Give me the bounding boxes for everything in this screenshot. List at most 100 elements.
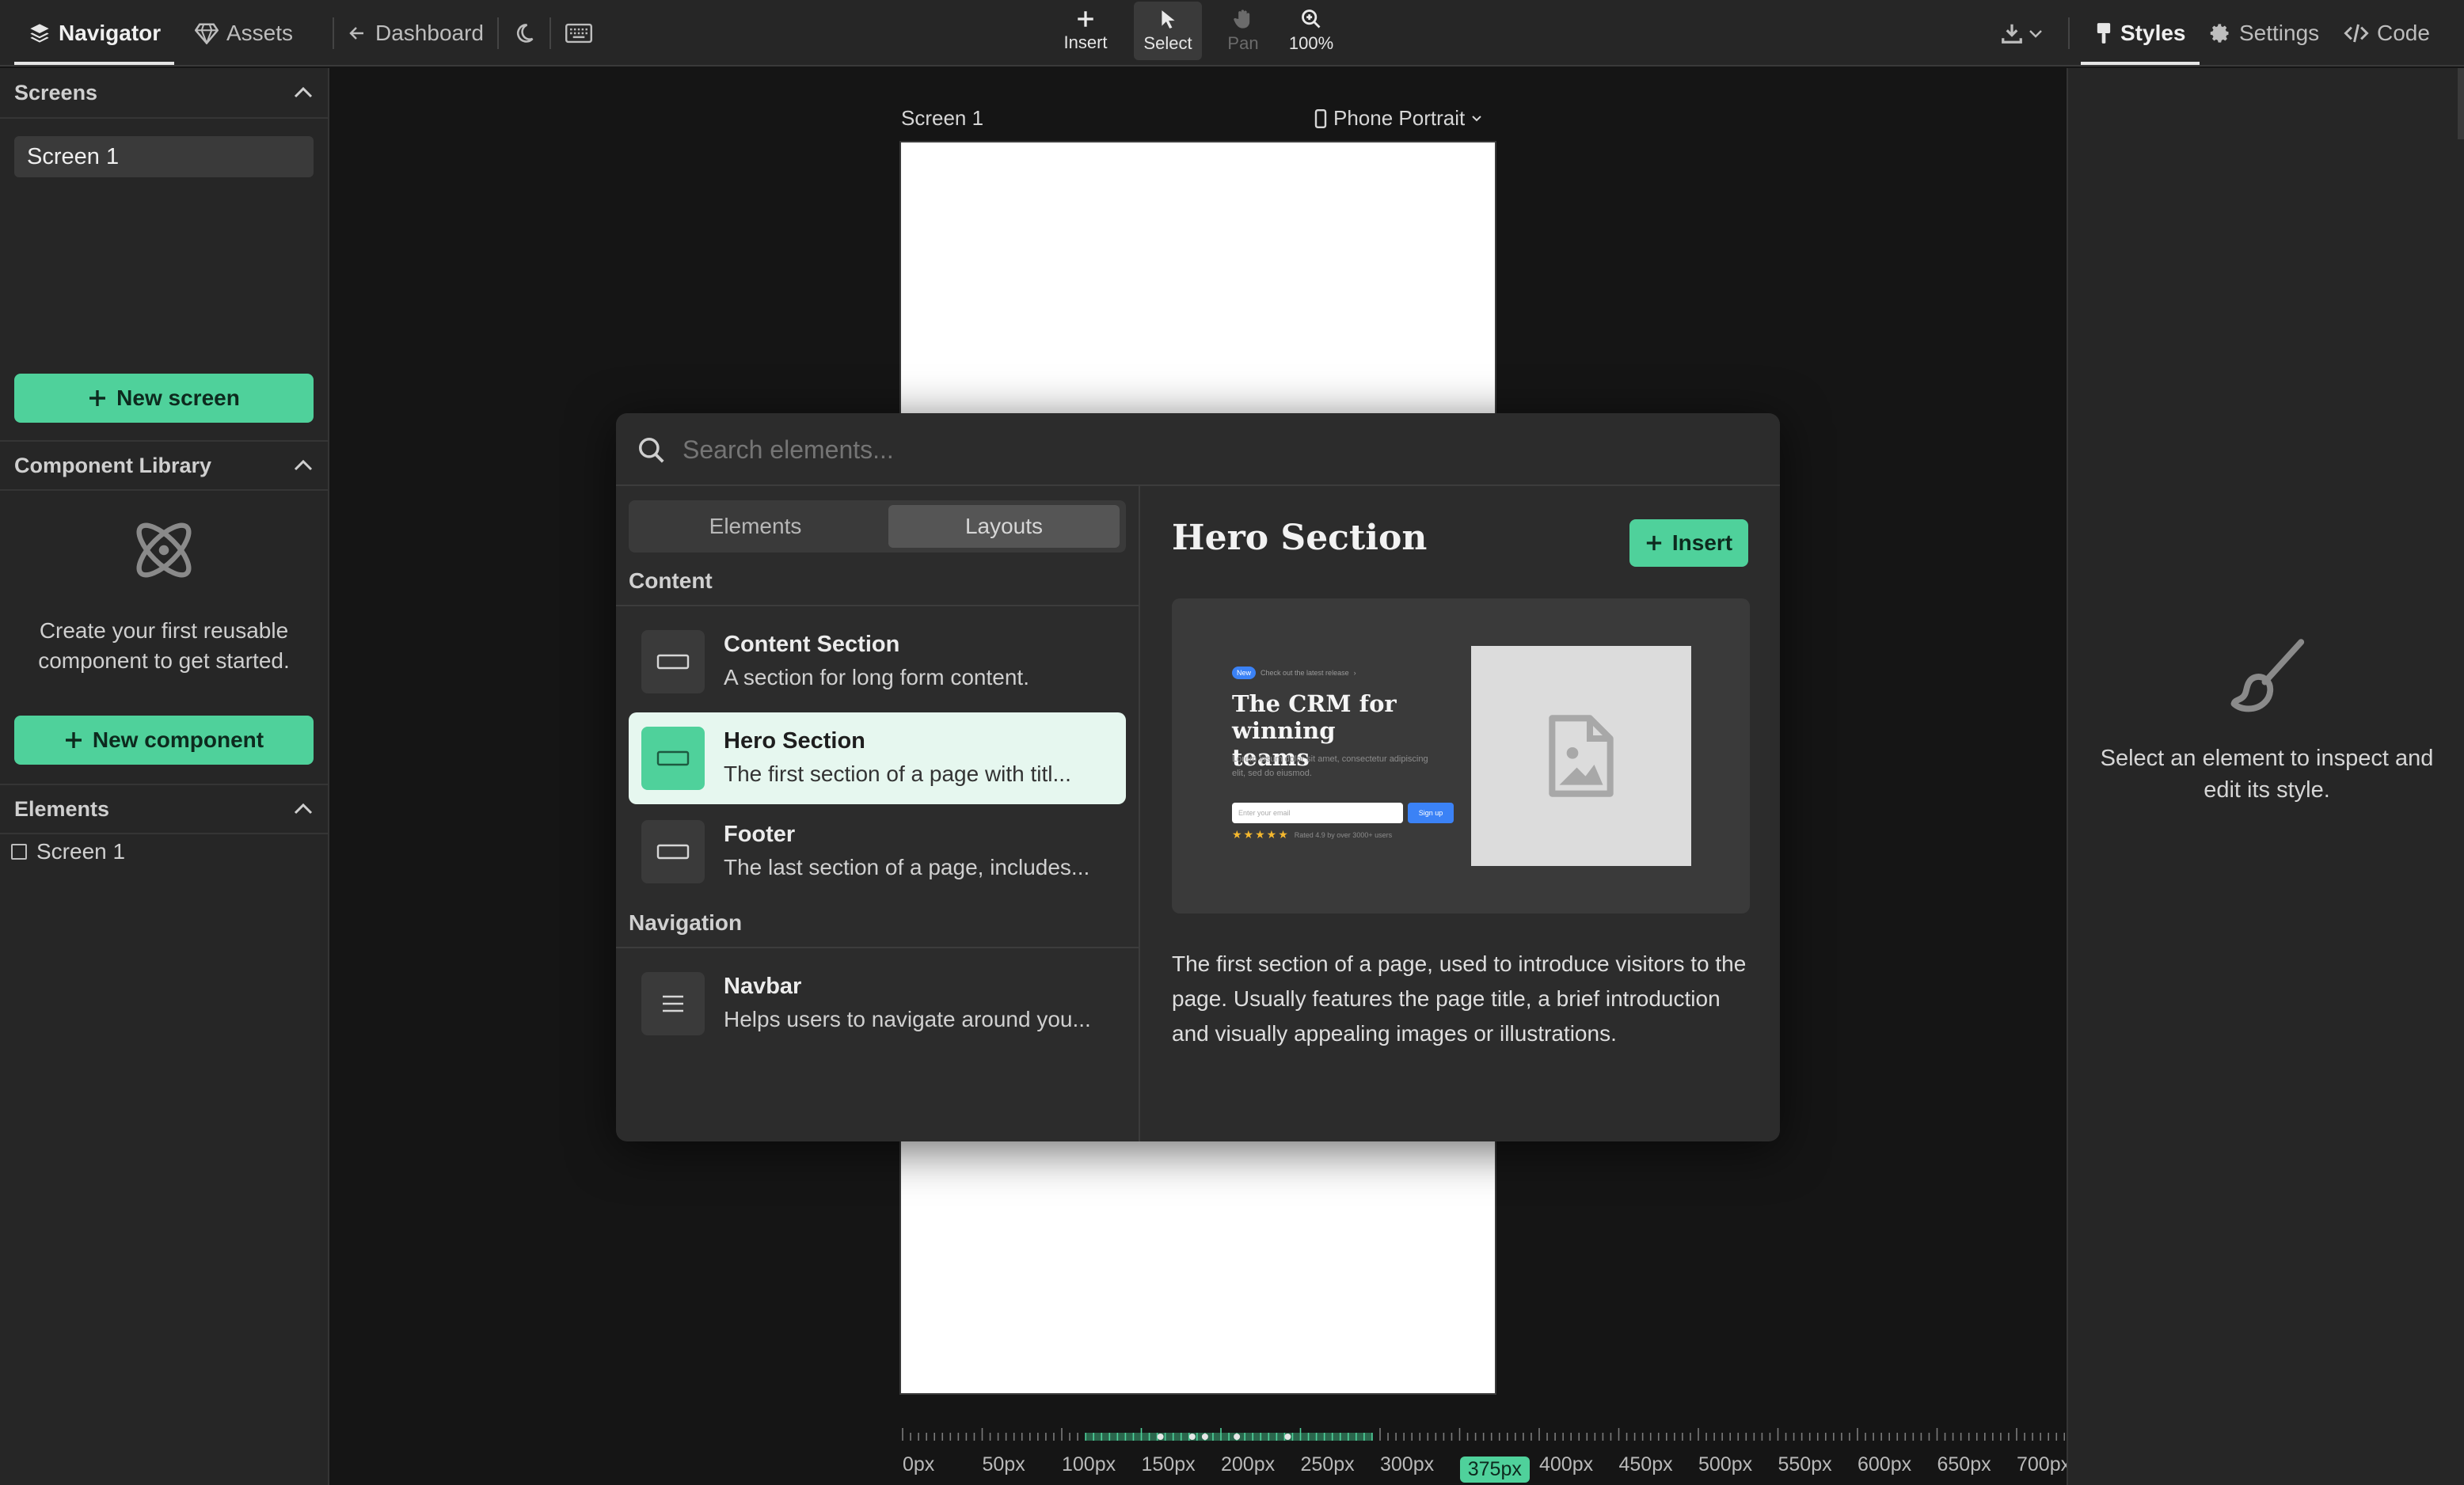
breakpoint-marker	[1201, 1434, 1208, 1440]
chevron-up-icon[interactable]	[293, 85, 314, 100]
layout-item-content-section[interactable]: Content Section A section for long form …	[629, 616, 1126, 708]
ruler-label: 400px	[1539, 1453, 1594, 1476]
chevron-down-icon	[2029, 28, 2043, 39]
new-component-button[interactable]: New component	[14, 716, 314, 765]
paint-brush-icon	[2225, 635, 2312, 722]
plus-icon	[64, 731, 83, 750]
elements-header[interactable]: Elements	[0, 784, 328, 834]
insert-tool[interactable]: Insert	[1056, 2, 1115, 60]
pan-tool[interactable]: Pan	[1219, 2, 1267, 60]
elements-title: Elements	[14, 796, 110, 821]
keyboard-icon	[565, 23, 592, 44]
ruler-label: 600px	[1858, 1453, 1912, 1476]
breakpoint-marker	[1234, 1434, 1241, 1440]
search-input[interactable]	[683, 426, 1751, 473]
tab-settings-label: Settings	[2239, 21, 2320, 45]
divider	[616, 605, 1139, 606]
preview-body: Lorem ipsum dolor sit amet, consectetur …	[1232, 754, 1428, 778]
element-tree-item[interactable]: Screen 1	[11, 839, 125, 864]
chevron-up-icon[interactable]	[293, 458, 314, 473]
library-empty-text: Create your first reusable component to …	[38, 618, 290, 673]
plus-icon	[88, 389, 107, 408]
search-icon	[637, 435, 667, 465]
component-library-title: Component Library	[14, 453, 212, 477]
insert-button[interactable]: Insert	[1629, 519, 1748, 567]
tab-code[interactable]: Code	[2344, 0, 2430, 66]
inspector-panel: Select an element to inspect and edit it…	[2067, 68, 2464, 1485]
preview-image-placeholder	[1471, 646, 1691, 866]
zoom-level: 100%	[1288, 33, 1334, 53]
insert-button-label: Insert	[1671, 530, 1733, 555]
tab-styles[interactable]: Styles	[2095, 0, 2186, 66]
arrow-left-icon	[347, 24, 367, 43]
ruler-ticks	[902, 1428, 2065, 1441]
divider	[616, 947, 1139, 948]
keyboard-shortcuts-button[interactable]	[565, 0, 592, 66]
layout-item-footer[interactable]: Footer The last section of a page, inclu…	[629, 806, 1126, 898]
preview-rating-text: Rated 4.9 by over 3000+ users	[1294, 830, 1393, 839]
new-screen-button[interactable]: New screen	[14, 374, 314, 423]
layout-item-title: Content Section	[724, 632, 900, 657]
insert-elements-dialog: Elements Layouts Content Content Section…	[616, 413, 1780, 1141]
ruler-label: 150px	[1141, 1453, 1196, 1476]
pan-tool-label: Pan	[1227, 33, 1259, 53]
dashboard-link[interactable]: Dashboard	[347, 0, 484, 66]
layout-item-desc: The last section of a page, includes...	[724, 855, 1090, 879]
ruler-label: 300px	[1380, 1453, 1435, 1476]
divider	[1139, 486, 1140, 1141]
chevron-up-icon[interactable]	[293, 802, 314, 816]
top-toolbar: Navigator Assets Dashboard Insert Select…	[0, 0, 2464, 66]
scrollbar[interactable]	[2458, 68, 2464, 139]
menu-icon	[641, 972, 705, 1035]
star-rating-icon: ★★★★★	[1232, 828, 1290, 841]
preview-signup-button: Sign up	[1408, 803, 1454, 823]
new-component-label: New component	[92, 727, 264, 752]
preview-badge: New	[1232, 667, 1257, 679]
screens-title: Screens	[14, 80, 98, 104]
device-selector[interactable]: Phone Portrait	[1314, 106, 1482, 131]
layout-item-hero-section[interactable]: Hero Section The first section of a page…	[629, 712, 1126, 804]
detail-description: The first section of a page, used to int…	[1172, 951, 1747, 1046]
breakpoint-marker	[1157, 1434, 1164, 1440]
preview-rating: ★★★★★ Rated 4.9 by over 3000+ users	[1232, 828, 1392, 841]
ruler-label: 650px	[1937, 1453, 1991, 1476]
ruler-current-width[interactable]: 375px	[1459, 1457, 1530, 1483]
hand-icon	[1232, 8, 1254, 30]
select-tool-label: Select	[1143, 33, 1192, 53]
element-tree-label: Screen 1	[36, 839, 126, 864]
group-title-navigation: Navigation	[629, 910, 743, 935]
screen-item-label: Screen 1	[27, 143, 120, 169]
atom-icon	[127, 513, 201, 587]
theme-toggle-button[interactable]	[513, 0, 535, 66]
tab-assets-label: Assets	[226, 21, 294, 45]
screens-header[interactable]: Screens	[0, 68, 328, 119]
section-icon	[641, 727, 705, 790]
tab-elements[interactable]: Elements	[633, 505, 877, 548]
chevron-down-icon	[1471, 115, 1482, 123]
section-icon	[641, 630, 705, 693]
dashboard-label: Dashboard	[375, 21, 484, 45]
tab-styles-label: Styles	[2120, 21, 2186, 45]
layout-item-title: Footer	[724, 822, 796, 847]
tab-navigator[interactable]: Navigator	[29, 0, 161, 66]
screen-name-label[interactable]: Screen 1	[901, 106, 983, 131]
select-tool[interactable]: Select	[1134, 2, 1202, 60]
layout-item-title: Hero Section	[724, 728, 865, 754]
screen-list-item[interactable]: Screen 1	[14, 136, 314, 177]
layout-item-navbar[interactable]: Navbar Helps users to navigate around yo…	[629, 958, 1126, 1050]
download-icon	[2000, 21, 2024, 45]
export-dropdown[interactable]	[2000, 0, 2043, 66]
divider	[2068, 17, 2070, 49]
layers-icon	[29, 22, 51, 44]
phone-icon	[1314, 108, 1327, 128]
insert-tool-label: Insert	[1063, 32, 1108, 52]
tab-settings[interactable]: Settings	[2209, 0, 2319, 66]
zoom-control[interactable]: 100%	[1284, 2, 1338, 60]
plus-icon	[1645, 534, 1663, 552]
component-library-header[interactable]: Component Library	[0, 440, 328, 491]
plus-icon	[1075, 9, 1096, 29]
divider	[497, 17, 499, 49]
ruler-label: 500px	[1698, 1453, 1753, 1476]
tab-layouts[interactable]: Layouts	[888, 505, 1120, 548]
tab-assets[interactable]: Assets	[195, 0, 293, 66]
